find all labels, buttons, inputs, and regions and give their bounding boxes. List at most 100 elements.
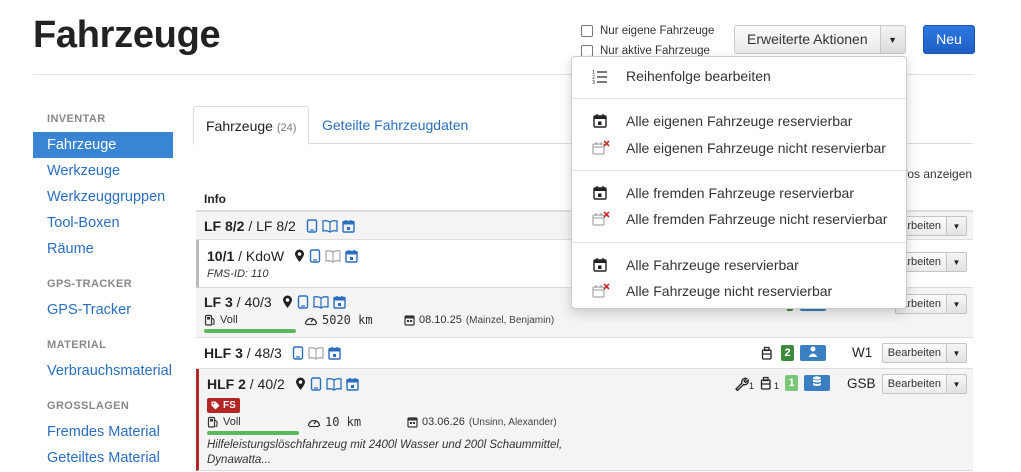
mileage-value: 5020 km	[322, 313, 373, 327]
filter-checkboxes: Nur eigene Fahrzeuge Nur aktive Fahrzeug…	[581, 21, 714, 61]
location-pin-icon	[282, 295, 292, 308]
vehicle-name: 10/1	[207, 248, 235, 264]
sidebar-item-verbrauchsmaterial[interactable]: Verbrauchsmaterial	[33, 358, 173, 384]
menu-item-reorder[interactable]: 123 Reihenfolge bearbeiten	[572, 64, 906, 88]
tablet-icon	[310, 377, 321, 391]
edit-dropdown-toggle[interactable]: ▼	[947, 374, 967, 394]
fs-tag: FS	[207, 398, 240, 413]
caret-down-icon: ▼	[888, 34, 898, 45]
database-icon	[813, 376, 822, 386]
table-row[interactable]: HLF 3 / 48/3 2 W1 Bearbeiten ▼	[196, 338, 973, 369]
sidebar-item-fahrzeuge[interactable]: Fahrzeuge	[33, 132, 173, 158]
menu-item-foreign-not-reservable[interactable]: Alle fremden Fahrzeuge nicht reservierba…	[572, 207, 906, 231]
vehicle-description: Hilfeleistungslöschfahrzeug mit 2400l Wa…	[207, 439, 563, 466]
tab-fahrzeuge[interactable]: Fahrzeuge (24)	[193, 106, 310, 145]
fuel-level: Voll	[220, 314, 238, 326]
extended-actions-button[interactable]: Erweiterte Aktionen	[734, 25, 881, 54]
vehicle-callsign: / 40/2	[245, 376, 285, 392]
calendar-check-icon	[593, 258, 607, 272]
sidebar-heading-inventar: INVENTAR	[47, 113, 106, 125]
calendar-x-icon	[592, 211, 610, 226]
speedometer-icon	[307, 419, 321, 428]
edit-dropdown-toggle[interactable]: ▼	[947, 252, 967, 272]
menu-item-label: Alle eigenen Fahrzeuge reservierbar	[626, 113, 853, 129]
fms-id: FMS-ID: 110	[207, 268, 269, 280]
menu-item-foreign-reservable[interactable]: Alle fremden Fahrzeuge reservierbar	[572, 181, 906, 205]
fs-tag-label: FS	[223, 400, 236, 411]
sidebar-item-geteiltes-material[interactable]: Geteiltes Material	[33, 445, 173, 471]
caret-down-icon: ▼	[952, 379, 961, 389]
tool-box-icon	[761, 346, 772, 360]
own-checkbox-label[interactable]: Nur eigene Fahrzeuge	[600, 25, 714, 37]
sidebar-item-gps-tracker[interactable]: GPS-Tracker	[33, 297, 173, 323]
sidebar-item-raeume[interactable]: Räume	[33, 236, 173, 262]
calendar-icon	[328, 347, 341, 360]
calendar-icon	[346, 378, 359, 391]
menu-item-label: Alle fremden Fahrzeuge reservierbar	[626, 185, 854, 201]
new-button[interactable]: Neu	[923, 25, 975, 54]
menu-item-label: Reihenfolge bearbeiten	[626, 68, 771, 84]
extended-actions-menu: 123 Reihenfolge bearbeiten Alle eigenen …	[571, 56, 907, 309]
sidebar-heading-grosslagen: GROSSLAGEN	[47, 400, 130, 412]
filter-own[interactable]: Nur eigene Fahrzeuge	[581, 21, 714, 41]
menu-divider	[572, 170, 906, 171]
inspection-person: (Mainzel, Benjamin)	[465, 314, 555, 326]
edit-dropdown-toggle[interactable]: ▼	[947, 343, 967, 363]
caret-down-icon: ▼	[952, 348, 961, 358]
edit-button[interactable]: Bearbeiten	[881, 374, 947, 394]
crew-count-badge: 2	[781, 345, 794, 361]
wrench-count: 1	[749, 380, 755, 391]
fuel-pump-icon	[204, 314, 215, 326]
book-icon	[326, 378, 342, 391]
vehicle-callsign: / KdoW	[234, 248, 285, 264]
crew-badge	[800, 345, 826, 361]
sidebar-item-tool-boxen[interactable]: Tool-Boxen	[33, 210, 173, 236]
caret-down-icon: ▼	[952, 257, 961, 267]
sidebar-item-werkzeuggruppen[interactable]: Werkzeuggruppen	[33, 184, 173, 210]
sidebar-item-fremdes-material[interactable]: Fremdes Material	[33, 419, 173, 445]
extended-actions-toggle[interactable]: ▼	[880, 25, 906, 54]
inspection-date: 08.10.25 (Mainzel, Benjamin)	[404, 314, 554, 326]
edit-button[interactable]: Bearbeiten	[881, 343, 947, 363]
menu-item-own-not-reservable[interactable]: Alle eigenen Fahrzeuge nicht reservierba…	[572, 136, 906, 160]
vehicle-code: W1	[852, 345, 873, 360]
list-order-icon: 123	[592, 70, 607, 84]
edit-dropdown-toggle[interactable]: ▼	[947, 294, 967, 314]
sidebar-heading-gps: GPS-TRACKER	[47, 278, 133, 290]
sidebar-item-werkzeuge[interactable]: Werkzeuge	[33, 158, 173, 184]
show-infos-toggle[interactable]: fos anzeigen	[904, 167, 972, 181]
inspection-date: 03.06.26 (Unsinn, Alexander)	[407, 416, 557, 428]
menu-item-own-reservable[interactable]: Alle eigenen Fahrzeuge reservierbar	[572, 109, 906, 133]
table-row[interactable]: HLF 2 / 40/2 FS Voll 10 km 03.06.26 (Uns…	[196, 369, 973, 471]
edit-button-group: Bearbeiten ▼	[881, 374, 967, 394]
menu-item-all-reservable[interactable]: Alle Fahrzeuge reservierbar	[572, 253, 906, 277]
fuel-status: Voll	[207, 416, 241, 428]
caret-down-icon: ▼	[952, 221, 961, 231]
vehicle-callsign: / 48/3	[242, 345, 282, 361]
calendar-check-icon	[593, 186, 607, 200]
vehicle-code: GSB	[847, 376, 876, 391]
book-icon	[325, 250, 341, 263]
tab-fahrzeuge-count: (24)	[276, 122, 297, 134]
tool-box-icon	[760, 376, 771, 390]
menu-item-label: Alle fremden Fahrzeuge nicht reservierba…	[626, 211, 888, 227]
fuel-level-bar	[207, 431, 299, 435]
tag-icon	[211, 401, 220, 410]
tool-box-count: 1	[774, 380, 780, 391]
own-checkbox[interactable]	[581, 25, 593, 37]
assignment-badges: 1 1 1	[733, 375, 831, 391]
page-title: Fahrzeuge	[33, 14, 221, 56]
fuel-level-bar	[204, 329, 296, 333]
menu-item-label: Alle eigenen Fahrzeuge nicht reservierba…	[626, 140, 886, 156]
calendar-icon	[407, 417, 418, 428]
fuel-status: Voll	[204, 314, 238, 326]
tab-geteilte-fahrzeugdaten[interactable]: Geteilte Fahrzeugdaten	[310, 106, 480, 145]
tablet-icon	[309, 249, 321, 263]
tablet-icon	[292, 346, 303, 360]
vehicle-callsign: / 40/3	[232, 294, 272, 310]
edit-dropdown-toggle[interactable]: ▼	[947, 216, 967, 236]
inspection-date-value: 08.10.25	[419, 314, 462, 326]
mileage-value: 10 km	[325, 415, 362, 429]
menu-item-all-not-reservable[interactable]: Alle Fahrzeuge nicht reservierbar	[572, 279, 906, 303]
extended-actions-group: Erweiterte Aktionen ▼	[734, 25, 906, 54]
